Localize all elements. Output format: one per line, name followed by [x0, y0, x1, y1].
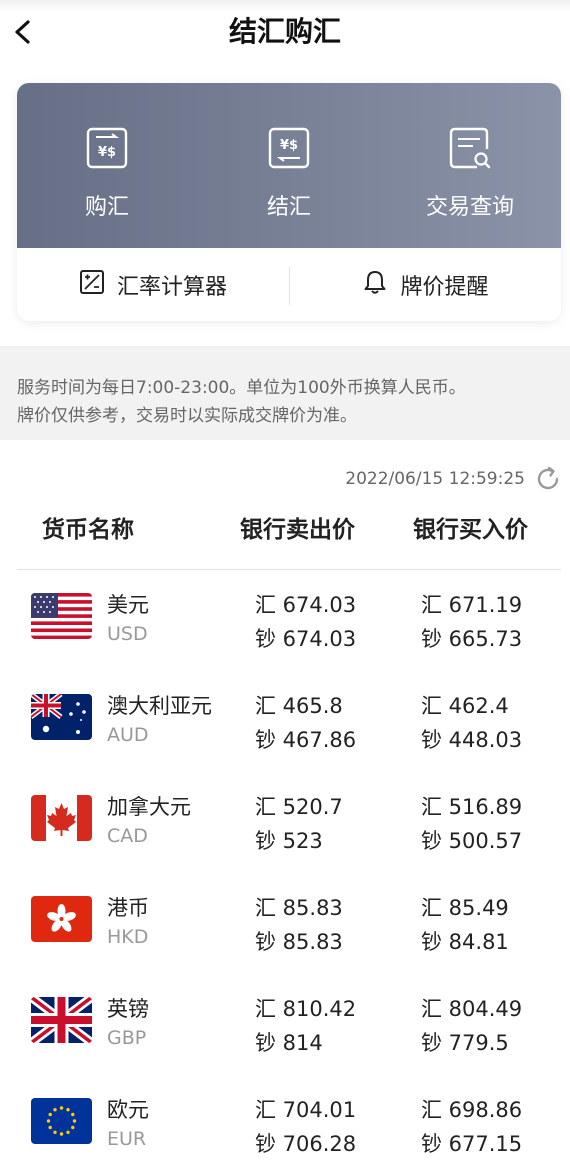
buy-cash-rate: 钞 500.57 — [421, 829, 523, 853]
currency-code: CAD — [107, 825, 148, 847]
column-header-bank-sell: 银行卖出价 — [240, 517, 355, 543]
settle-fx-label: 结汇 — [266, 195, 311, 220]
sell-transfer-rate: 汇 704.01 — [255, 1098, 357, 1122]
currency-row-gbp[interactable]: 英镑 GBP 汇 810.42 钞 814 汇 804.49 钞 779.5 — [0, 974, 570, 1075]
calculator-icon — [79, 269, 117, 301]
buy-transfer-rate: 汇 804.49 — [421, 997, 523, 1021]
sell-cash-rate: 钞 814 — [255, 1031, 323, 1055]
currency-name: 英镑 — [107, 997, 149, 1021]
column-header-currency: 货币名称 — [42, 517, 134, 543]
column-header-bank-buy: 银行买入价 — [413, 517, 528, 543]
tools-bar: 汇率计算器 牌价提醒 — [17, 248, 561, 321]
svg-text:¥$: ¥$ — [280, 138, 298, 153]
sell-cash-rate: 钞 467.86 — [255, 728, 357, 752]
ca-flag-icon — [31, 795, 92, 841]
top-bar: 结汇购汇 — [0, 0, 570, 66]
currency-name: 欧元 — [107, 1098, 149, 1122]
rate-calculator-label: 汇率计算器 — [116, 274, 227, 300]
action-panel: ¥$ 购汇 ¥$ 结汇 交易查询 — [17, 83, 561, 248]
exchange-buy-icon: ¥$ — [84, 125, 130, 171]
currency-code: USD — [107, 623, 148, 645]
currency-row-usd[interactable]: 美元 USD 汇 674.03 钞 674.03 汇 671.19 钞 665.… — [0, 570, 570, 671]
sell-transfer-rate: 汇 810.42 — [255, 997, 357, 1021]
buy-transfer-rate: 汇 671.19 — [421, 593, 523, 617]
eu-flag-icon — [31, 1098, 92, 1144]
currency-code: HKD — [107, 926, 149, 948]
currency-row-aud[interactable]: 澳大利亚元 AUD 汇 465.8 钞 467.86 汇 462.4 钞 448… — [0, 671, 570, 772]
update-timestamp: 2022/06/15 12:59:25 — [345, 469, 525, 489]
currency-code: GBP — [107, 1027, 147, 1049]
buy-cash-rate: 钞 677.15 — [421, 1132, 523, 1156]
action-card: ¥$ 购汇 ¥$ 结汇 交易查询 汇率计算器 牌价提醒 — [17, 83, 561, 321]
currency-row-cad[interactable]: 加拿大元 CAD 汇 520.7 钞 523 汇 516.89 钞 500.57 — [0, 772, 570, 873]
buy-cash-rate: 钞 448.03 — [421, 728, 523, 752]
sell-cash-rate: 钞 706.28 — [255, 1132, 357, 1156]
rate-alert-label: 牌价提醒 — [400, 274, 489, 300]
sell-transfer-rate: 汇 674.03 — [255, 593, 357, 617]
currency-code: EUR — [107, 1128, 147, 1150]
notice-line-2: 牌价仅供参考，交易时以实际成交牌价为准。 — [17, 406, 357, 426]
rate-calculator-button[interactable]: 汇率计算器 — [17, 248, 289, 321]
transaction-search-icon — [447, 125, 493, 171]
gb-flag-icon — [31, 997, 92, 1043]
transaction-query-button[interactable]: 交易查询 — [380, 83, 560, 248]
currency-code: AUD — [107, 724, 149, 746]
buy-cash-rate: 钞 779.5 — [421, 1031, 509, 1055]
buy-transfer-rate: 汇 516.89 — [421, 795, 523, 819]
refresh-icon[interactable] — [535, 466, 561, 492]
page-title: 结汇购汇 — [228, 15, 341, 48]
us-flag-icon — [31, 593, 92, 639]
currency-name: 加拿大元 — [107, 795, 191, 819]
buy-transfer-rate: 汇 85.49 — [421, 896, 509, 920]
currency-name: 美元 — [107, 593, 149, 617]
au-flag-icon — [31, 694, 92, 740]
hk-flag-icon — [31, 896, 92, 942]
currency-name: 澳大利亚元 — [107, 694, 212, 718]
sell-transfer-rate: 汇 520.7 — [255, 795, 343, 819]
buy-fx-button[interactable]: ¥$ 购汇 — [17, 83, 197, 248]
service-notice: 服务时间为每日7:00-23:00。单位为100外币换算人民币。 牌价仅供参考，… — [0, 346, 570, 440]
currency-row-eur[interactable]: 欧元 EUR 汇 704.01 钞 706.28 汇 698.86 钞 677.… — [0, 1075, 570, 1165]
transaction-query-label: 交易查询 — [425, 195, 514, 220]
svg-text:¥$: ¥$ — [98, 145, 116, 160]
sell-transfer-rate: 汇 465.8 — [255, 694, 343, 718]
settle-fx-button[interactable]: ¥$ 结汇 — [199, 83, 379, 248]
rate-alert-button[interactable]: 牌价提醒 — [290, 248, 561, 321]
notice-line-1: 服务时间为每日7:00-23:00。单位为100外币换算人民币。 — [17, 378, 466, 398]
currency-row-hkd[interactable]: 港币 HKD 汇 85.83 钞 85.83 汇 85.49 钞 84.81 — [0, 873, 570, 974]
buy-cash-rate: 钞 665.73 — [421, 627, 523, 651]
exchange-settle-icon: ¥$ — [266, 125, 312, 171]
sell-cash-rate: 钞 85.83 — [255, 930, 343, 954]
sell-cash-rate: 钞 674.03 — [255, 627, 357, 651]
bell-icon — [362, 269, 400, 301]
buy-transfer-rate: 汇 462.4 — [421, 694, 509, 718]
buy-cash-rate: 钞 84.81 — [421, 930, 509, 954]
buy-fx-label: 购汇 — [84, 195, 129, 220]
buy-transfer-rate: 汇 698.86 — [421, 1098, 523, 1122]
sell-cash-rate: 钞 523 — [255, 829, 323, 853]
currency-name: 港币 — [107, 896, 149, 920]
sell-transfer-rate: 汇 85.83 — [255, 896, 343, 920]
